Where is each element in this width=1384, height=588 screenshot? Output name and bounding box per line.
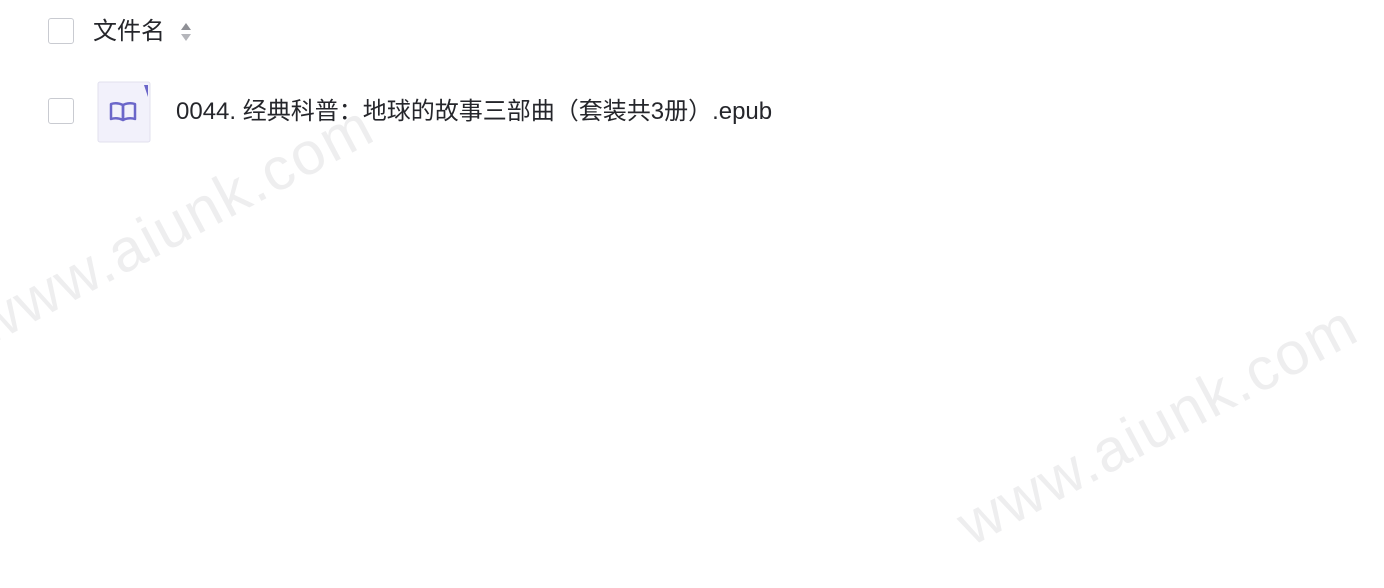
- column-header-filename[interactable]: 文件名: [93, 15, 165, 49]
- sort-updown-icon[interactable]: [179, 21, 193, 43]
- table-row[interactable]: 0044. 经典科普：地球的故事三部曲（套装共3册）.epub: [0, 76, 1384, 148]
- select-all-checkbox[interactable]: [48, 18, 74, 44]
- file-name[interactable]: 0044. 经典科普：地球的故事三部曲（套装共3册）.epub: [176, 95, 772, 129]
- file-list-page: www.aiunk.com www.aiunk.com 文件名 0044. 经典…: [0, 0, 1384, 588]
- epub-book-icon: [97, 81, 151, 143]
- row-checkbox[interactable]: [48, 98, 74, 124]
- watermark-text: www.aiunk.com: [946, 291, 1369, 559]
- table-header: 文件名: [0, 0, 1384, 66]
